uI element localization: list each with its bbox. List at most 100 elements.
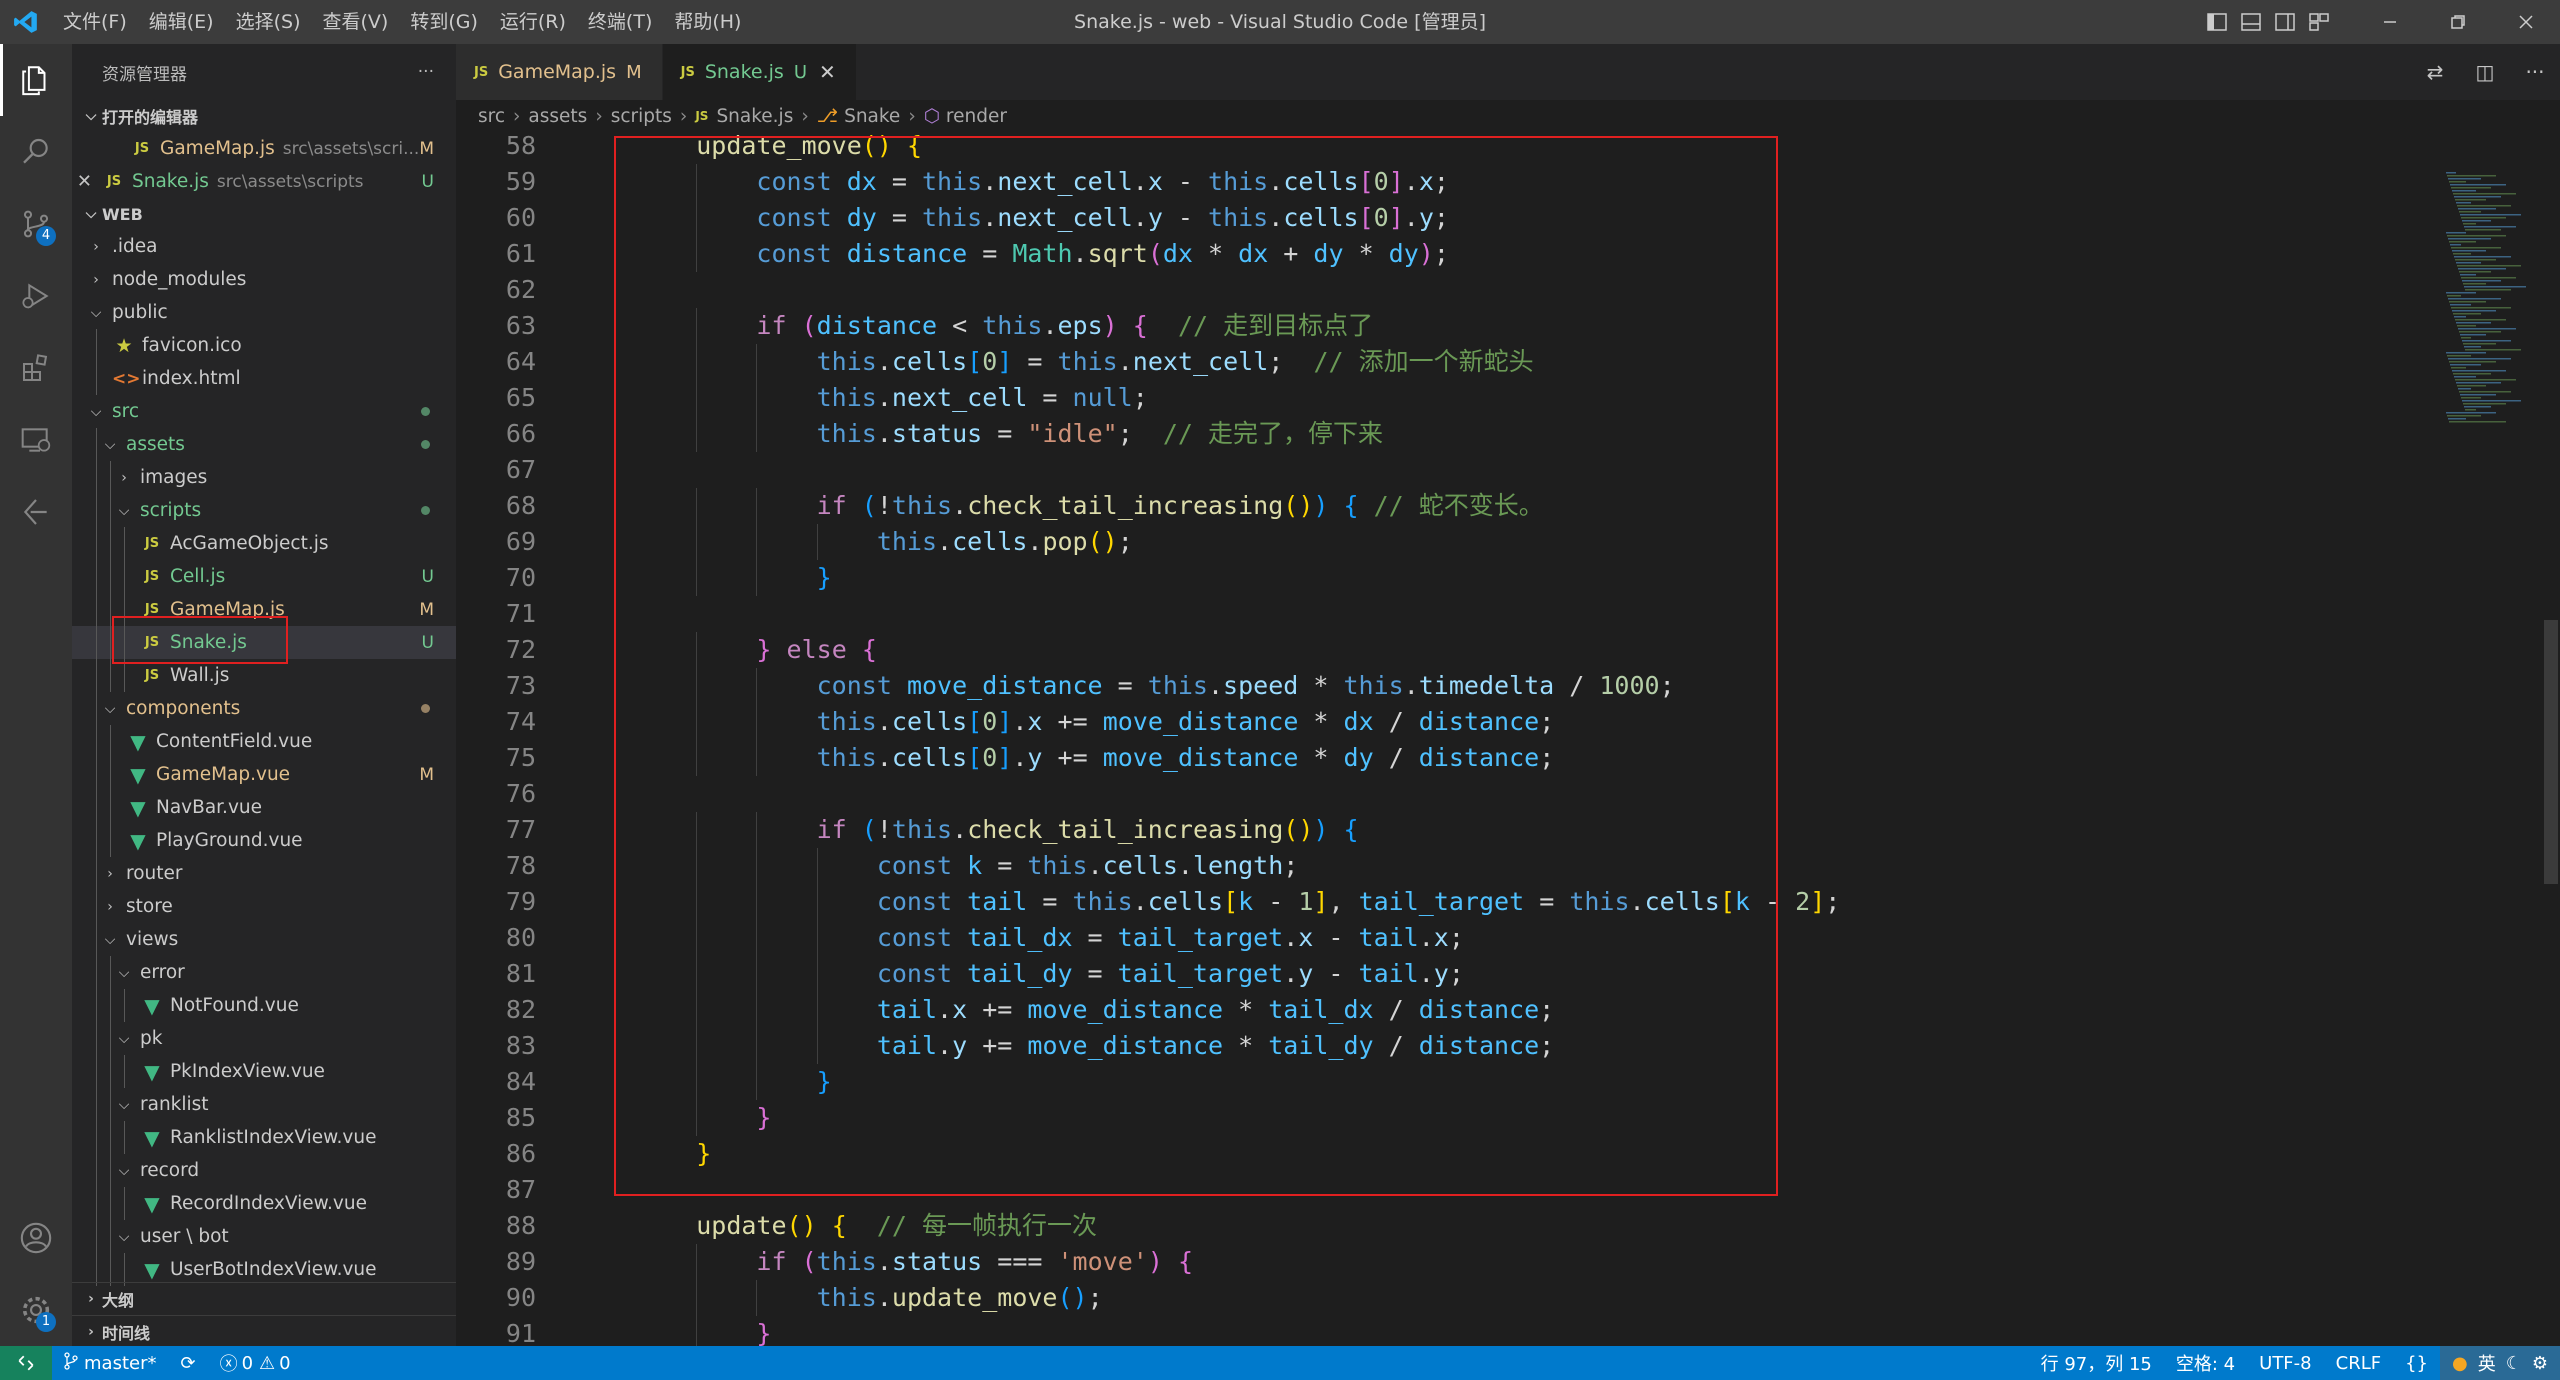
accounts-icon[interactable] <box>0 1202 72 1274</box>
tree-folder[interactable]: ⌵ src <box>72 395 456 428</box>
indent-guide <box>110 1187 111 1220</box>
restore-icon[interactable] <box>2424 0 2492 44</box>
encoding[interactable]: UTF-8 <box>2247 1353 2323 1374</box>
indentation[interactable]: 空格: 4 <box>2164 1350 2247 1376</box>
tree-item-label: favicon.ico <box>142 335 242 356</box>
code-line: 61 const distance = Math.sqrt(dx * dx + … <box>456 236 2560 272</box>
more-actions-icon[interactable]: ··· <box>418 62 434 82</box>
breadcrumb-item[interactable]: render <box>946 106 1007 127</box>
tree-folder[interactable]: ⌵ user \ bot <box>72 1220 456 1253</box>
git-status: U <box>421 632 434 653</box>
breadcrumb-item[interactable]: Snake.js <box>716 106 793 127</box>
tree-folder[interactable]: › images <box>72 461 456 494</box>
breadcrumb-item[interactable]: Snake <box>844 106 900 127</box>
menu-item[interactable]: 帮助(H) <box>663 0 752 44</box>
remote-indicator-icon[interactable] <box>0 1346 52 1380</box>
run-debug-icon[interactable] <box>0 260 72 332</box>
tree-folder[interactable]: › .idea <box>72 230 456 263</box>
tab-snake-js[interactable]: JS Snake.js U ✕ <box>662 44 857 100</box>
git-graph-icon[interactable] <box>0 476 72 548</box>
problems-indicator[interactable]: ⓧ 0 ⚠ 0 <box>208 1350 303 1376</box>
tree-file[interactable]: JS Cell.js U <box>72 560 456 593</box>
open-editor-item[interactable]: ✕ JS Snake.js src\assets\scripts U <box>72 165 456 198</box>
split-editor-icon[interactable]: ◫ <box>2460 60 2510 84</box>
tree-folder[interactable]: ⌵ error <box>72 956 456 989</box>
menu-item[interactable]: 编辑(E) <box>138 0 225 44</box>
outline-section[interactable]: › 大纲 <box>72 1283 456 1315</box>
tree-folder[interactable]: › node_modules <box>72 263 456 296</box>
workspace-section[interactable]: ⌵ WEB <box>72 198 456 230</box>
toggle-sidebar-icon[interactable] <box>2200 0 2234 44</box>
tree-file[interactable]: ▼ RanklistIndexView.vue <box>72 1121 456 1154</box>
tree-folder[interactable]: ⌵ ranklist <box>72 1088 456 1121</box>
code-line: 81 const tail_dy = tail_target.y - tail.… <box>456 956 2560 992</box>
source-control-icon[interactable]: 4 <box>0 188 72 260</box>
remote-explorer-icon[interactable] <box>0 404 72 476</box>
tree-folder[interactable]: ⌵ pk <box>72 1022 456 1055</box>
tab-gamemap-js[interactable]: JS GameMap.js M <box>456 44 663 100</box>
close-editor-icon[interactable]: ✕ <box>72 171 102 192</box>
open-editor-item[interactable]: JS GameMap.js src\assets\scri... M <box>72 132 456 165</box>
code-text: if (!this.check_tail_increasing()) { // … <box>816 491 1544 520</box>
sync-icon[interactable]: ⟳ <box>168 1353 207 1374</box>
customize-layout-icon[interactable] <box>2302 0 2336 44</box>
close-window-icon[interactable] <box>2492 0 2560 44</box>
tree-file[interactable]: ▼ RecordIndexView.vue <box>72 1187 456 1220</box>
tree-file[interactable]: JS Wall.js <box>72 659 456 692</box>
branch-indicator[interactable]: master* <box>52 1351 168 1375</box>
minimap[interactable] <box>2440 132 2540 432</box>
menu-item[interactable]: 终端(T) <box>577 0 663 44</box>
tree-file[interactable]: ▼ GameMap.vue M <box>72 758 456 791</box>
toggle-panel-icon[interactable] <box>2234 0 2268 44</box>
tree-folder[interactable]: › router <box>72 857 456 890</box>
minimize-icon[interactable] <box>2356 0 2424 44</box>
outline-title: 大纲 <box>102 1291 135 1310</box>
cursor-position[interactable]: 行 97，列 15 <box>2029 1350 2164 1376</box>
tree-folder[interactable]: › store <box>72 890 456 923</box>
menu-item[interactable]: 文件(F) <box>52 0 138 44</box>
language-mode[interactable]: {} <box>2393 1353 2440 1374</box>
tree-file[interactable]: <> index.html <box>72 362 456 395</box>
menu-item[interactable]: 选择(S) <box>225 0 312 44</box>
close-tab-icon[interactable]: ✕ <box>819 60 836 84</box>
menu-item[interactable]: 转到(G) <box>399 0 489 44</box>
tree-folder[interactable]: ⌵ record <box>72 1154 456 1187</box>
tree-folder[interactable]: ⌵ scripts <box>72 494 456 527</box>
tree-file[interactable]: ▼ NotFound.vue <box>72 989 456 1022</box>
tree-folder[interactable]: ⌵ assets <box>72 428 456 461</box>
code-editor[interactable]: 58 update_move() {59 const dx = this.nex… <box>456 132 2560 1346</box>
more-actions-icon[interactable]: ··· <box>2510 60 2560 84</box>
scrollbar-thumb[interactable] <box>2544 620 2558 884</box>
tree-folder[interactable]: ⌵ public <box>72 296 456 329</box>
breadcrumb-separator-icon: › <box>801 105 809 127</box>
manage-gear-icon[interactable]: 1 <box>0 1274 72 1346</box>
tree-file[interactable]: ▼ ContentField.vue <box>72 725 456 758</box>
menu-item[interactable]: 查看(V) <box>312 0 400 44</box>
extensions-icon[interactable] <box>0 332 72 404</box>
explorer-icon[interactable] <box>0 44 72 116</box>
menu-item[interactable]: 运行(R) <box>489 0 577 44</box>
search-icon[interactable] <box>0 116 72 188</box>
tree-file[interactable]: ▼ PlayGround.vue <box>72 824 456 857</box>
tree-file[interactable]: ▼ PkIndexView.vue <box>72 1055 456 1088</box>
tree-folder[interactable]: ⌵ views <box>72 923 456 956</box>
breadcrumb-item[interactable]: src <box>478 106 505 127</box>
tree-file[interactable]: ★ favicon.ico <box>72 329 456 362</box>
open-editors-section[interactable]: ⌵ 打开的编辑器 <box>72 100 456 132</box>
open-changes-icon[interactable]: ⇄ <box>2410 60 2460 84</box>
end-of-line[interactable]: CRLF <box>2324 1353 2393 1374</box>
timeline-section[interactable]: › 时间线 <box>72 1316 456 1346</box>
breadcrumb-item[interactable]: scripts <box>611 106 672 127</box>
tree-item-label: scripts <box>140 500 202 521</box>
toggle-secondary-sidebar-icon[interactable] <box>2268 0 2302 44</box>
vue-file-icon: ▼ <box>144 1191 160 1216</box>
ime-indicator[interactable]: ● 英 ☾ ⚙ <box>2440 1346 2560 1380</box>
open-editors-list: JS GameMap.js src\assets\scri... M ✕ JS Snake.… <box>72 132 456 198</box>
tree-file[interactable]: JS GameMap.js M <box>72 593 456 626</box>
tree-file[interactable]: JS Snake.js U <box>72 626 456 659</box>
tree-file[interactable]: JS AcGameObject.js <box>72 527 456 560</box>
tree-file[interactable]: ▼ NavBar.vue <box>72 791 456 824</box>
tree-folder[interactable]: ⌵ components <box>72 692 456 725</box>
editor-scrollbar[interactable] <box>2540 132 2560 1346</box>
breadcrumb-item[interactable]: assets <box>528 106 587 127</box>
